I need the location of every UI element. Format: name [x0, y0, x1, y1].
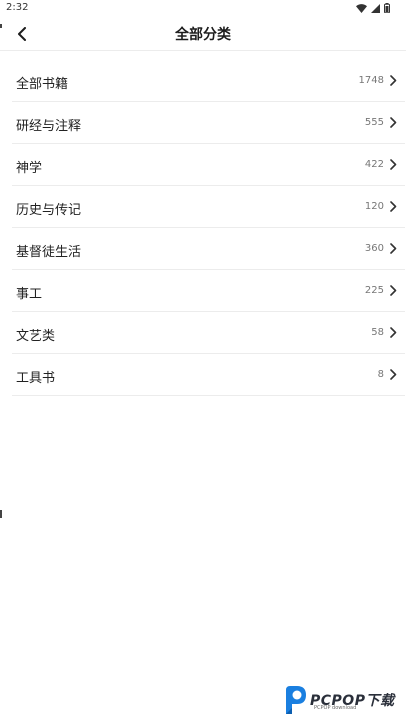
category-name: 历史与传记 — [16, 203, 82, 218]
category-item-ministry[interactable]: 事工 225 — [12, 270, 405, 312]
category-count: 58 — [371, 327, 384, 338]
category-name: 全部书籍 — [16, 77, 69, 92]
status-time: 2:32 — [6, 2, 29, 13]
category-item-history[interactable]: 历史与传记 120 — [12, 186, 405, 228]
status-icons — [356, 3, 390, 13]
watermark-subtext: PCPOP download — [314, 705, 357, 711]
chevron-right-icon — [390, 75, 397, 86]
edge-mark — [0, 510, 2, 518]
category-name: 神学 — [16, 161, 43, 176]
chevron-right-icon — [390, 201, 397, 212]
category-count: 120 — [364, 201, 384, 212]
category-name: 事工 — [16, 287, 43, 302]
category-name: 基督徒生活 — [16, 245, 82, 260]
category-item-exegesis[interactable]: 研经与注释 555 — [12, 102, 405, 144]
category-count: 8 — [377, 369, 384, 380]
category-count: 555 — [364, 117, 384, 128]
category-name: 研经与注释 — [16, 119, 82, 134]
category-count: 422 — [364, 159, 384, 170]
chevron-right-icon — [390, 369, 397, 380]
category-count: 360 — [364, 243, 384, 254]
chevron-right-icon — [390, 159, 397, 170]
chevron-right-icon — [390, 327, 397, 338]
category-item-all-books[interactable]: 全部书籍 1748 — [12, 60, 405, 102]
category-count: 225 — [364, 285, 384, 296]
category-count: 1748 — [358, 75, 384, 86]
chevron-right-icon — [390, 117, 397, 128]
page-title: 全部分类 — [175, 27, 231, 43]
status-bar: 2:32 — [0, 0, 406, 17]
category-item-christian-life[interactable]: 基督徒生活 360 — [12, 228, 405, 270]
edge-mark — [0, 24, 2, 28]
category-item-reference[interactable]: 工具书 8 — [12, 354, 405, 396]
category-list: 全部书籍 1748 研经与注释 555 神学 422 历史与传记 120 基督徒… — [12, 60, 405, 396]
chevron-right-icon — [390, 285, 397, 296]
pcpop-logo-icon — [286, 686, 306, 714]
signal-icon — [371, 3, 380, 13]
category-name: 文艺类 — [16, 329, 56, 344]
category-name: 工具书 — [16, 371, 56, 386]
category-item-theology[interactable]: 神学 422 — [12, 144, 405, 186]
battery-icon — [384, 3, 390, 13]
category-item-literature[interactable]: 文艺类 58 — [12, 312, 405, 354]
chevron-right-icon — [390, 243, 397, 254]
watermark: PCPOP下载 PCPOP download — [282, 683, 394, 717]
wifi-icon — [356, 3, 367, 13]
nav-bar: 全部分类 — [0, 17, 406, 51]
app-screen: 2:32 全部分类 全部书籍 1748 研经与注释 555 神学 422 历史与… — [0, 0, 406, 720]
